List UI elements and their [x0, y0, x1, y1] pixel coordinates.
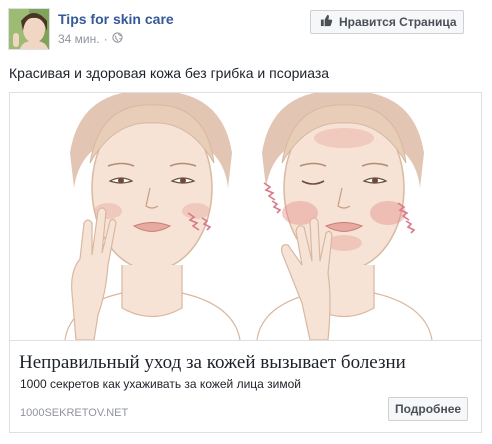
face-illustration-healthy	[64, 93, 241, 340]
page-name-link[interactable]: Tips for skin care	[58, 11, 174, 27]
like-button-label: Нравится Страница	[339, 15, 457, 29]
card-title[interactable]: Неправильный уход за кожей вызывает боле…	[19, 352, 406, 374]
link-preview-card[interactable]: Неправильный уход за кожей вызывает боле…	[9, 92, 482, 433]
meta-separator: ·	[103, 32, 108, 46]
face-illustration-irritated	[256, 93, 433, 340]
like-page-button[interactable]: Нравится Страница	[310, 10, 464, 34]
card-description: 1000 секретов как ухаживать за кожей лиц…	[20, 377, 302, 391]
thumbs-up-icon	[320, 14, 333, 30]
post-meta: 34 мин. ·	[58, 32, 123, 46]
facebook-post: Tips for skin care 34 мин. · Нравится Ст…	[0, 0, 492, 444]
card-image[interactable]	[10, 93, 481, 340]
page-avatar[interactable]	[8, 8, 50, 50]
post-text: Красивая и здоровая кожа без грибка и пс…	[9, 65, 330, 81]
card-body: Неправильный уход за кожей вызывает боле…	[10, 340, 481, 432]
post-time[interactable]: 34 мин.	[58, 32, 100, 46]
globe-icon[interactable]	[111, 32, 123, 46]
learn-more-button[interactable]: Подробнее	[388, 397, 468, 421]
card-domain: 1000SEKRETOV.NET	[20, 407, 129, 419]
